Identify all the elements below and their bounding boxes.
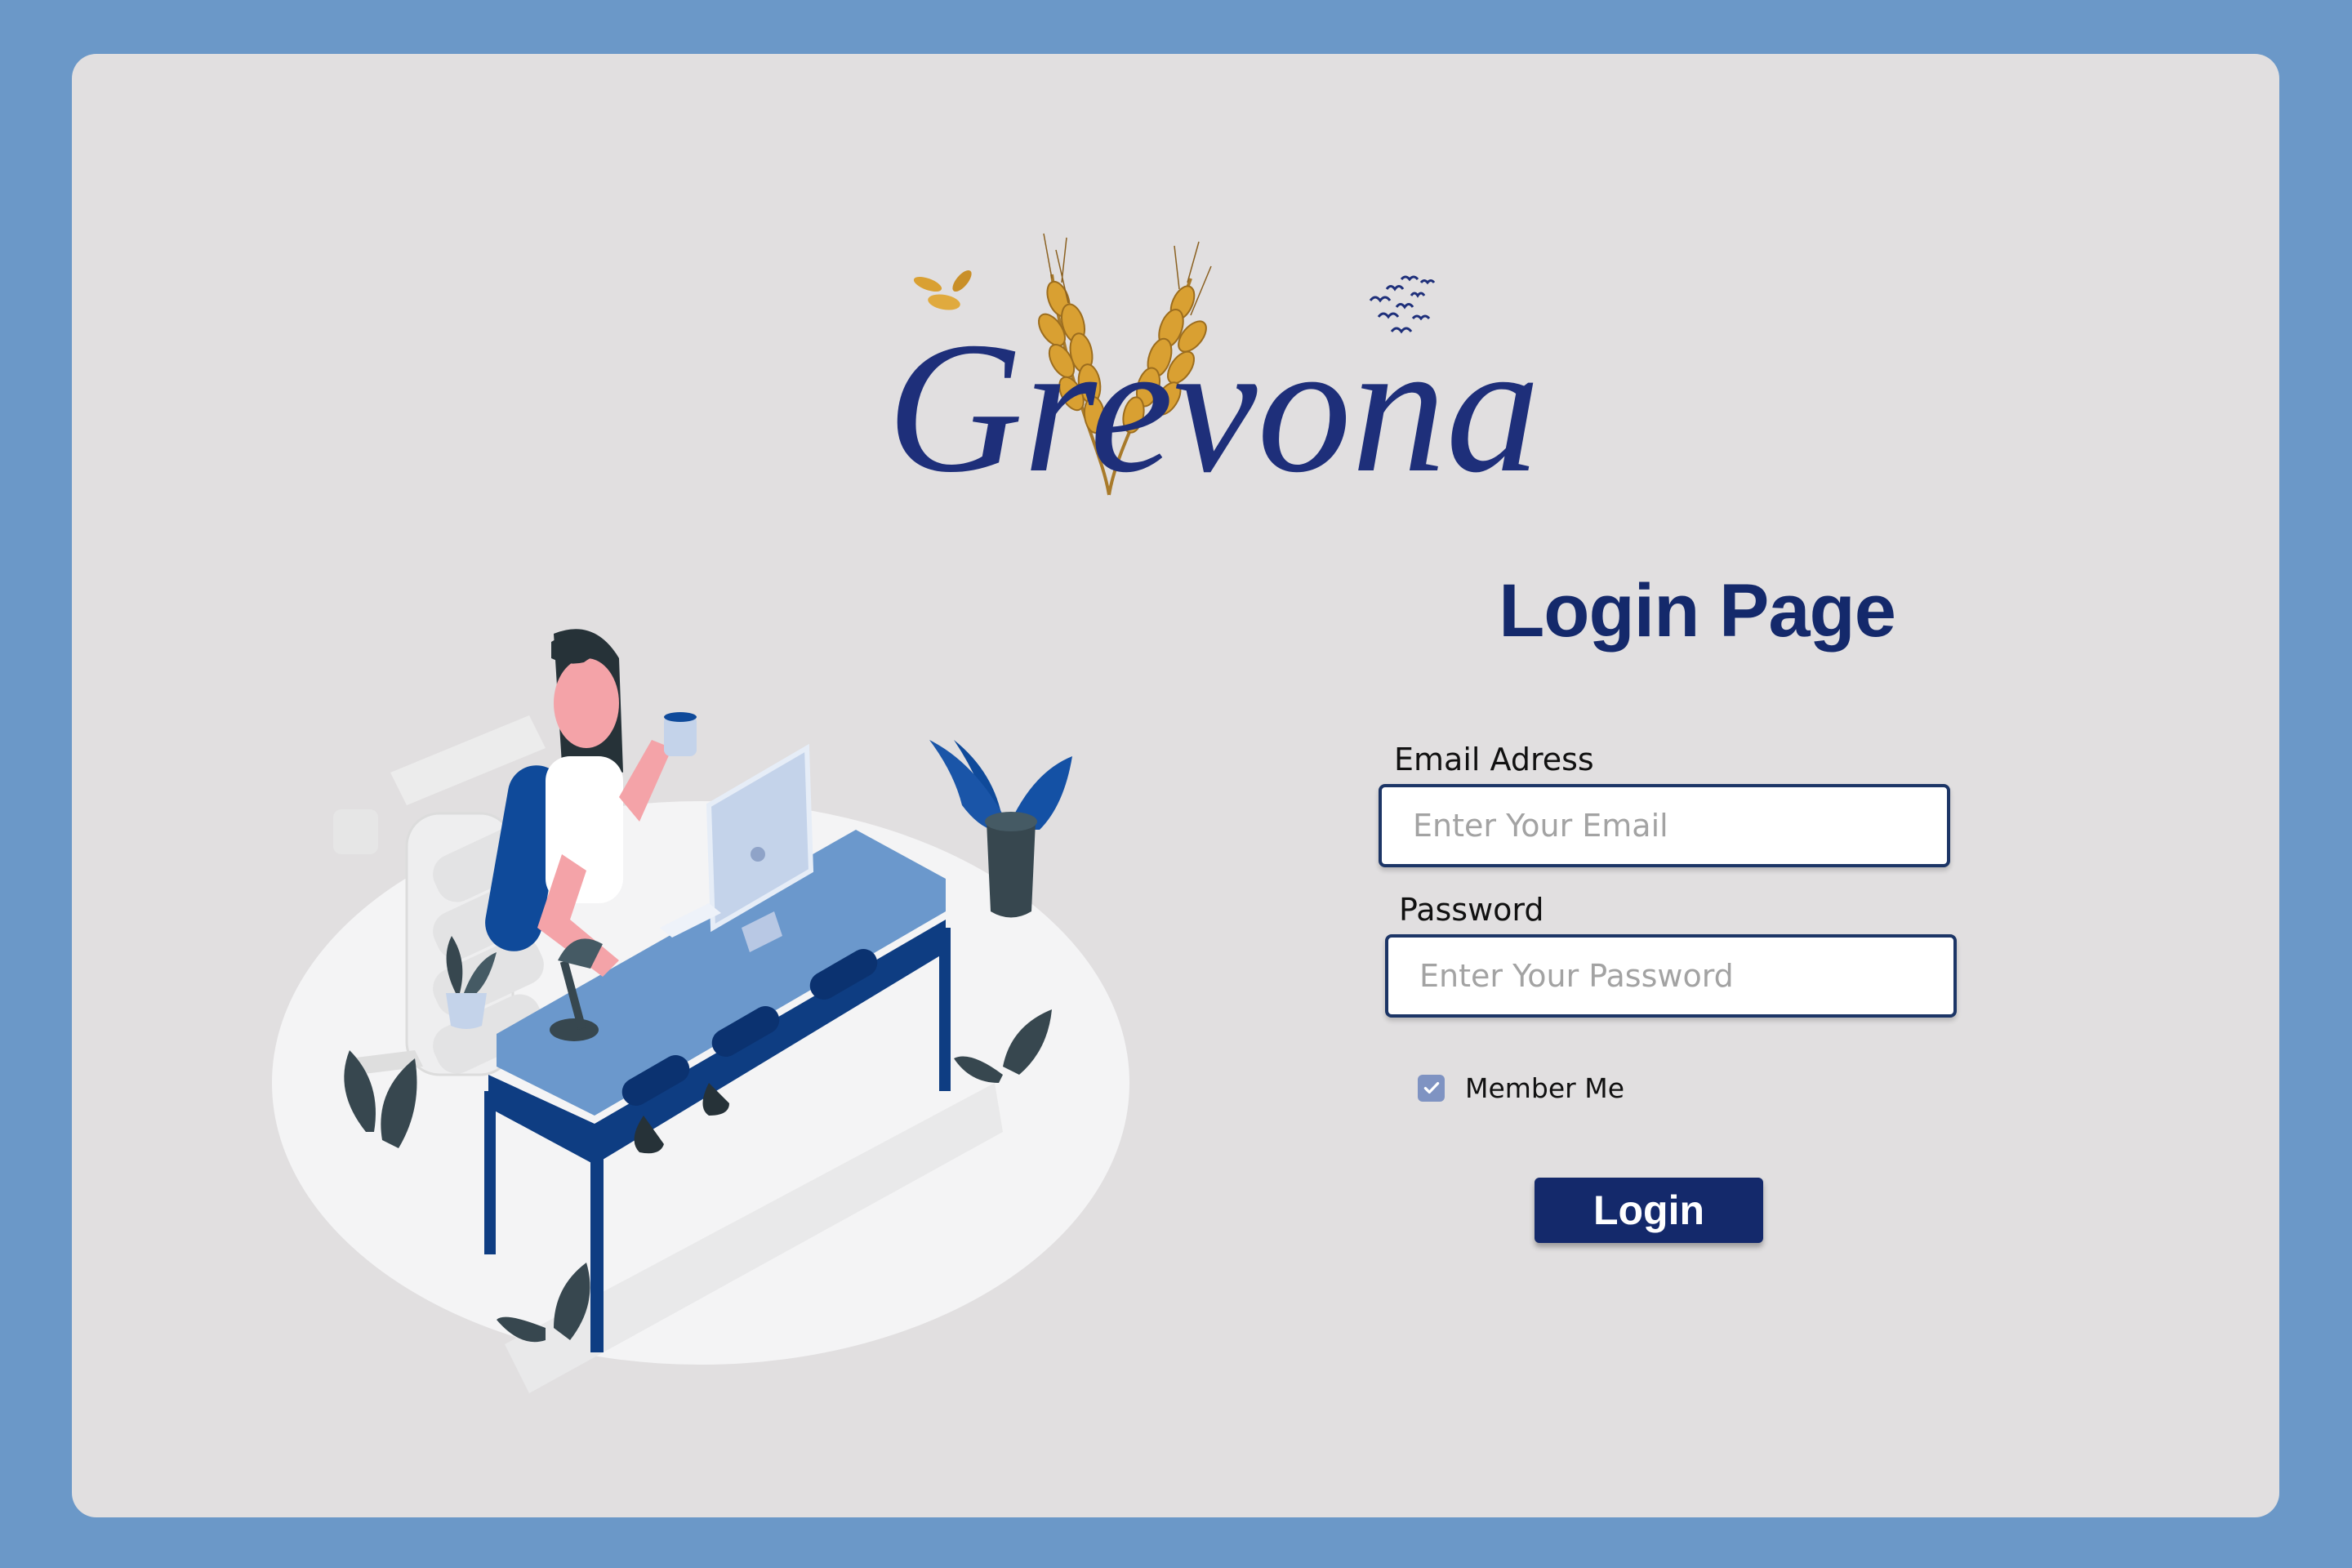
- page-title: Login Page: [1499, 569, 1896, 653]
- login-card: Grevona Login Page Email Adress Enter Yo…: [72, 54, 2279, 1517]
- brand-logo: Grevona: [887, 233, 1540, 511]
- email-input[interactable]: [1379, 784, 1950, 867]
- password-input[interactable]: [1385, 934, 1957, 1018]
- remember-me-row[interactable]: Member Me: [1418, 1070, 1624, 1106]
- login-button[interactable]: Login: [1535, 1178, 1763, 1243]
- remember-me-checkbox[interactable]: [1418, 1074, 1445, 1102]
- email-label: Email Adress: [1394, 742, 1594, 777]
- remember-me-label: Member Me: [1465, 1071, 1625, 1104]
- logo-text: Grevona: [887, 303, 1540, 511]
- checkmark-icon: [1423, 1081, 1439, 1094]
- password-label: Password: [1399, 892, 1544, 928]
- workspace-illustration: [272, 629, 1129, 1393]
